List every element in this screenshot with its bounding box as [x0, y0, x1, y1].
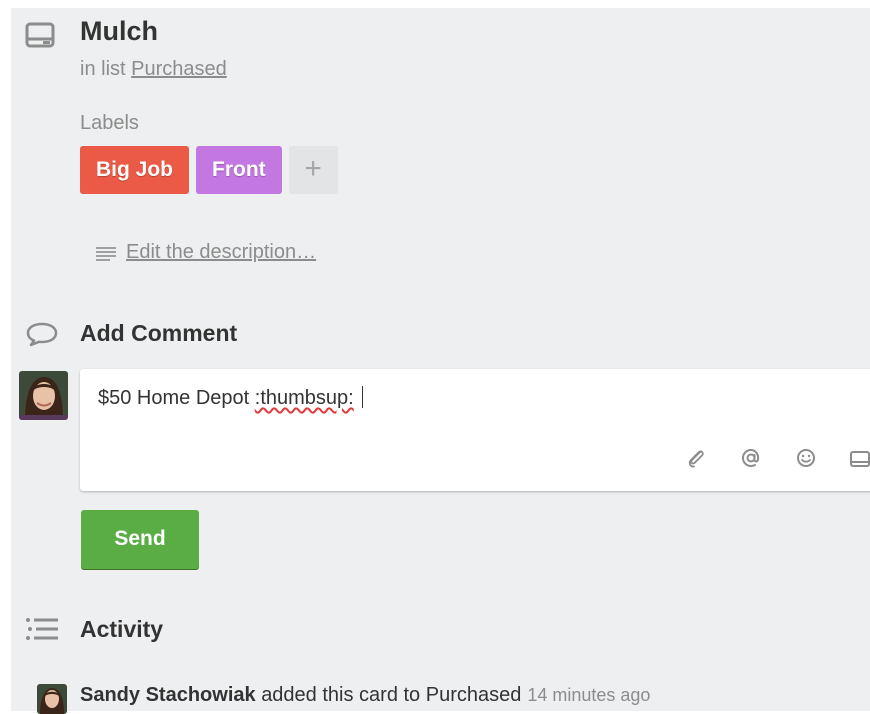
activity-heading: Activity: [80, 616, 164, 642]
send-button[interactable]: Send: [81, 510, 199, 569]
card-title[interactable]: Mulch: [80, 14, 158, 48]
edit-description-link[interactable]: Edit the description…: [126, 239, 316, 265]
add-comment-heading: Add Comment: [80, 320, 238, 346]
text-caret: [361, 386, 363, 408]
activity-action: added this card to Purchased: [261, 684, 522, 706]
add-label-button[interactable]: +: [288, 146, 338, 194]
list-name-link[interactable]: Purchased: [131, 58, 227, 80]
card-icon: [25, 22, 55, 48]
activity-entry: Sandy Stachowiak added this card to Purc…: [80, 681, 650, 709]
card-list-info: in list Purchased: [80, 56, 227, 82]
activity-user-link[interactable]: Sandy Stachowiak: [80, 684, 256, 706]
activity-icon: [26, 618, 58, 640]
activity-timestamp[interactable]: 14 minutes ago: [527, 685, 650, 705]
mention-icon[interactable]: [740, 447, 762, 469]
paperclip-icon[interactable]: [685, 447, 707, 469]
label-big-job[interactable]: Big Job: [80, 146, 189, 194]
labels-heading: Labels: [80, 112, 139, 134]
card-icon[interactable]: [849, 448, 870, 470]
label-list: Big Job Front +: [80, 146, 338, 194]
comment-text-start: $50 Home Depot: [98, 387, 255, 409]
comment-emoji-code: :thumbsup:: [254, 387, 354, 409]
emoji-icon[interactable]: [795, 447, 817, 469]
comment-icon: [26, 322, 58, 347]
user-avatar: [19, 371, 68, 420]
description-icon: [96, 247, 116, 261]
comment-text[interactable]: $50 Home Depot :thumbsup:: [98, 385, 363, 411]
label-front[interactable]: Front: [196, 146, 282, 194]
activity-avatar[interactable]: [37, 684, 67, 714]
card-detail-panel: [11, 8, 870, 711]
in-list-prefix: in list: [80, 58, 126, 80]
